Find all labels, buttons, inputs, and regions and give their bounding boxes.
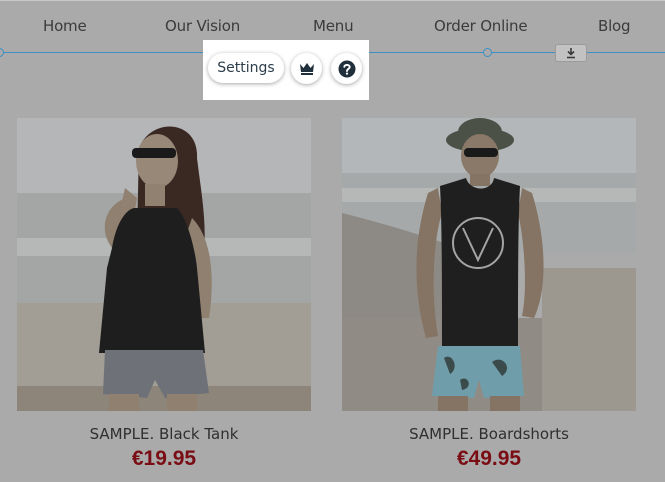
- product-name-boardshorts[interactable]: SAMPLE. Boardshorts: [342, 425, 636, 443]
- nav-item-home[interactable]: Home: [43, 17, 87, 35]
- nav-item-blog[interactable]: Blog: [598, 17, 631, 35]
- product-image-boardshorts[interactable]: [342, 118, 636, 411]
- product-price-boardshorts: €49.95: [456, 447, 522, 470]
- download-button[interactable]: [555, 44, 587, 62]
- resize-handle-left[interactable]: [0, 48, 4, 57]
- product-image-black-tank[interactable]: [17, 118, 311, 411]
- help-button[interactable]: [331, 53, 362, 84]
- product-name-black-tank[interactable]: SAMPLE. Black Tank: [17, 425, 311, 443]
- nav-item-order-online[interactable]: Order Online: [434, 17, 528, 35]
- black-tank-photo: [17, 118, 311, 411]
- crown-icon: [299, 62, 314, 75]
- nav-item-our-vision[interactable]: Our Vision: [165, 17, 240, 35]
- upgrade-button[interactable]: [291, 53, 322, 84]
- settings-button[interactable]: Settings: [208, 53, 284, 83]
- question-icon: [338, 60, 355, 77]
- product-price-black-tank: €19.95: [131, 447, 197, 470]
- boardshorts-photo: [342, 118, 636, 411]
- download-icon: [567, 48, 575, 59]
- nav-item-menu[interactable]: Menu: [313, 17, 354, 35]
- resize-handle-right[interactable]: [483, 48, 492, 57]
